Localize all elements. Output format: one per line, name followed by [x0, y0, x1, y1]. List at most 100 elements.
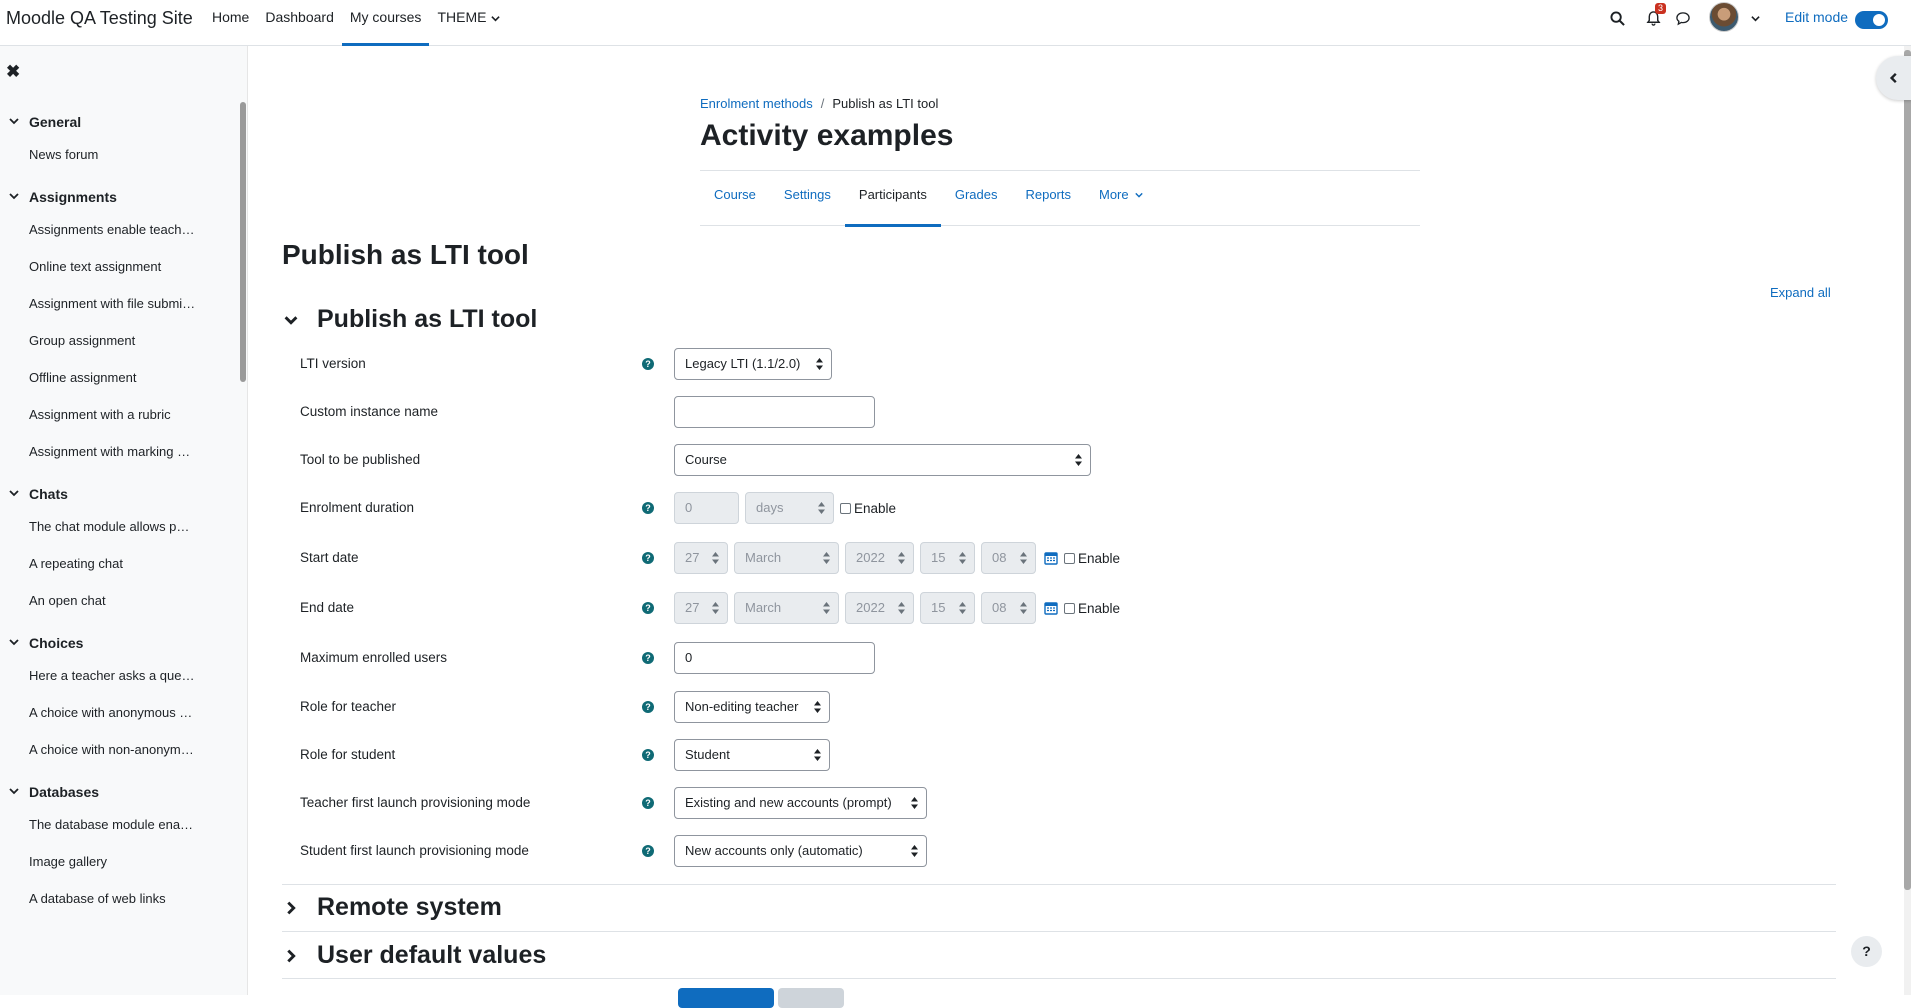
activity-link[interactable]: News forum: [0, 136, 205, 173]
activity-link[interactable]: A choice with non-anonym…: [0, 731, 205, 768]
enrolment-duration-unit-select[interactable]: days: [745, 492, 834, 524]
section-title[interactable]: Chats: [0, 480, 238, 508]
activity-link[interactable]: The database module ena…: [0, 806, 205, 843]
tab-grades[interactable]: Grades: [941, 171, 1012, 227]
start-minute-select[interactable]: 08: [981, 542, 1036, 574]
start-day-select[interactable]: 27: [674, 542, 728, 574]
help-icon[interactable]: ?: [642, 602, 654, 614]
activity-link[interactable]: An open chat: [0, 582, 205, 619]
field-controls: 0 days Enable: [674, 492, 896, 524]
nav-my-courses[interactable]: My courses: [341, 0, 430, 46]
activity-link[interactable]: A repeating chat: [0, 545, 205, 582]
activity-link[interactable]: Assignment with a rubric: [0, 396, 205, 433]
calendar-icon[interactable]: [1044, 601, 1058, 615]
checkbox[interactable]: [1064, 552, 1075, 564]
field-label: Teacher first launch provisioning mode: [300, 795, 531, 810]
tool-select[interactable]: Course: [674, 444, 1091, 476]
activity-link[interactable]: Assignment with marking …: [0, 433, 205, 470]
activity-link[interactable]: Assignments enable teach…: [0, 211, 205, 248]
end-date-enable[interactable]: Enable: [1064, 601, 1120, 616]
page-scrollbar-thumb[interactable]: [1904, 50, 1911, 890]
breadcrumb-enrolment-methods[interactable]: Enrolment methods: [700, 96, 813, 111]
start-year-select[interactable]: 2022: [845, 542, 914, 574]
section-title[interactable]: General: [0, 108, 238, 136]
role-teacher-select[interactable]: Non-editing teacher: [674, 691, 830, 723]
end-hour-select[interactable]: 15: [920, 592, 975, 624]
start-month-select[interactable]: March: [734, 542, 839, 574]
fieldset-toggle-remote-system[interactable]: Remote system: [282, 893, 502, 922]
activity-link[interactable]: A database of web links: [0, 880, 205, 917]
start-date-enable[interactable]: Enable: [1064, 551, 1120, 566]
lti-version-select[interactable]: Legacy LTI (1.1/2.0): [674, 348, 832, 380]
help-icon[interactable]: ?: [642, 749, 654, 761]
breadcrumb-current: Publish as LTI tool: [832, 96, 939, 111]
activity-link[interactable]: Here a teacher asks a que…: [0, 657, 205, 694]
student-provisioning-select[interactable]: New accounts only (automatic): [674, 835, 927, 867]
help-icon[interactable]: ?: [642, 797, 654, 809]
help-button[interactable]: ?: [1851, 936, 1882, 967]
tab-reports[interactable]: Reports: [1011, 171, 1085, 227]
chevron-down-icon: [9, 118, 19, 125]
max-enrolled-users-input[interactable]: 0: [674, 642, 875, 674]
expand-all-link[interactable]: Expand all: [1770, 285, 1831, 300]
help-icon[interactable]: ?: [642, 552, 654, 564]
start-hour-select[interactable]: 15: [920, 542, 975, 574]
end-day-select[interactable]: 27: [674, 592, 728, 624]
close-icon[interactable]: ✖: [6, 62, 20, 82]
cancel-button[interactable]: [778, 988, 844, 1008]
help-icon[interactable]: ?: [642, 502, 654, 514]
enrolment-duration-enable[interactable]: Enable: [840, 501, 896, 516]
checkbox[interactable]: [1064, 602, 1075, 614]
activity-link[interactable]: Image gallery: [0, 843, 205, 880]
select-arrows-icon: [1020, 552, 1027, 564]
field-label: Tool to be published: [300, 452, 421, 467]
teacher-provisioning-select[interactable]: Existing and new accounts (prompt): [674, 787, 927, 819]
tab-more[interactable]: More: [1085, 171, 1157, 227]
page-scrollbar[interactable]: [1904, 46, 1911, 995]
activity-link[interactable]: Online text assignment: [0, 248, 205, 285]
activity-link[interactable]: Assignment with file submi…: [0, 285, 205, 322]
tab-participants[interactable]: Participants: [844, 171, 941, 227]
activity-link[interactable]: A choice with anonymous …: [0, 694, 205, 731]
submit-button[interactable]: [678, 988, 774, 1008]
chevron-down-icon: [491, 16, 501, 22]
nav-home[interactable]: Home: [204, 0, 257, 46]
end-minute-select[interactable]: 08: [981, 592, 1036, 624]
user-avatar[interactable]: [1709, 2, 1739, 32]
section-title[interactable]: Databases: [0, 778, 238, 806]
activity-link[interactable]: Offline assignment: [0, 359, 205, 396]
search-icon[interactable]: [1606, 7, 1628, 29]
end-year-select[interactable]: 2022: [845, 592, 914, 624]
section-title[interactable]: Choices: [0, 629, 238, 657]
section-title[interactable]: Assignments: [0, 183, 238, 211]
nav-dashboard[interactable]: Dashboard: [257, 0, 342, 46]
drawer-scrollbar[interactable]: [240, 102, 246, 382]
top-navbar: Moodle QA Testing Site Home Dashboard My…: [0, 0, 1911, 46]
help-icon[interactable]: ?: [642, 845, 654, 857]
notifications-bell-icon[interactable]: 3: [1642, 3, 1666, 29]
tab-settings[interactable]: Settings: [770, 171, 845, 227]
activity-link[interactable]: Group assignment: [0, 322, 205, 359]
help-icon[interactable]: ?: [642, 701, 654, 713]
divider: [282, 884, 1836, 885]
calendar-icon[interactable]: [1044, 551, 1058, 565]
role-student-select[interactable]: Student: [674, 739, 830, 771]
help-icon[interactable]: ?: [642, 652, 654, 664]
messages-icon[interactable]: [1672, 7, 1694, 29]
fieldset-toggle-user-defaults[interactable]: User default values: [282, 941, 546, 970]
course-section: Choices Here a teacher asks a que… A cho…: [0, 629, 238, 768]
edit-mode-toggle[interactable]: [1855, 11, 1888, 29]
nav-theme[interactable]: THEME: [429, 0, 508, 46]
site-name[interactable]: Moodle QA Testing Site: [6, 8, 193, 29]
activity-link[interactable]: The chat module allows p…: [0, 508, 205, 545]
tab-course[interactable]: Course: [700, 171, 770, 227]
field-label: Student first launch provisioning mode: [300, 843, 529, 858]
select-value: 08: [992, 550, 1007, 565]
custom-instance-name-input[interactable]: [674, 396, 875, 428]
enrolment-duration-input[interactable]: 0: [674, 492, 739, 524]
end-month-select[interactable]: March: [734, 592, 839, 624]
checkbox[interactable]: [840, 502, 851, 514]
user-menu-chevron-icon[interactable]: [1744, 7, 1766, 29]
help-icon[interactable]: ?: [642, 358, 654, 370]
fieldset-toggle-publish[interactable]: Publish as LTI tool: [282, 305, 537, 334]
